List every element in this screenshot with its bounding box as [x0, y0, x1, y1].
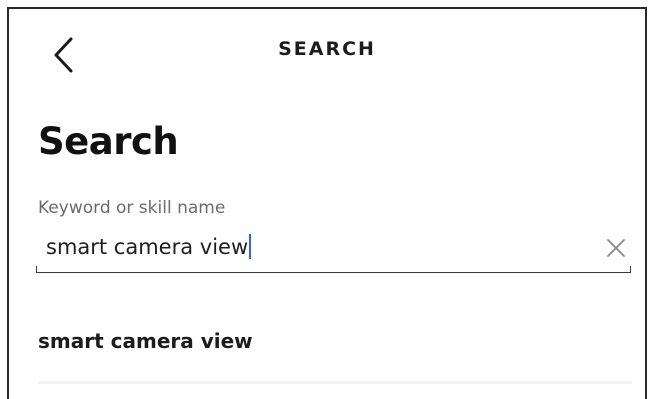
search-field-label: Keyword or skill name: [38, 198, 226, 218]
search-field: Keyword or skill name smart camera view: [36, 197, 631, 283]
suggestion-divider: [38, 381, 632, 384]
page-title: Search: [38, 120, 179, 163]
clear-search-button[interactable]: [603, 235, 629, 261]
search-suggestion-item[interactable]: smart camera view: [38, 329, 253, 353]
header-title: SEARCH: [278, 38, 376, 60]
text-caret: [249, 234, 252, 259]
search-input-value: smart camera view: [46, 235, 249, 259]
top-bar: SEARCH: [9, 9, 645, 95]
search-input-underline: [36, 266, 631, 273]
close-icon: [607, 239, 625, 257]
search-input-text[interactable]: smart camera view: [46, 234, 252, 259]
app-screen: SEARCH Search Keyword or skill name smar…: [7, 7, 647, 399]
search-input-row: smart camera view: [36, 229, 631, 269]
